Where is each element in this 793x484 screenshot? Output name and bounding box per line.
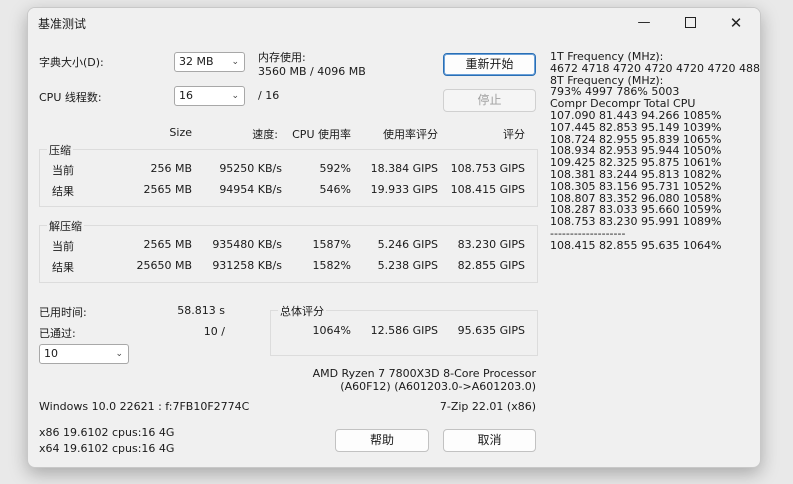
row-score: 82.855 GIPS xyxy=(457,259,525,272)
benchmark-window: 基准测试 — ✕ 字典大小(D): 32 MB ⌄ 内存使用: 3560 MB … xyxy=(27,7,761,468)
help-button[interactable]: 帮助 xyxy=(335,429,429,452)
compress-group xyxy=(39,149,538,207)
row-cpu: 1587% xyxy=(312,238,351,251)
passes-value: 10 xyxy=(44,347,58,360)
row-label: 当前 xyxy=(52,240,74,253)
threads-value: 16 xyxy=(179,89,193,102)
row-size: 2565 MB xyxy=(143,183,192,196)
row-cpu: 546% xyxy=(319,183,351,196)
stop-button[interactable]: 停止 xyxy=(443,89,536,112)
arch-x86: x86 19.6102 cpus:16 4G xyxy=(39,426,175,439)
compress-label: 压缩 xyxy=(47,142,73,158)
close-button[interactable]: ✕ xyxy=(713,8,759,37)
threads-select[interactable]: 16 ⌄ xyxy=(174,86,245,106)
header-rating: 使用率评分 xyxy=(383,128,438,141)
cpu-id: (A60F12) (A601203.0->A601203.0) xyxy=(340,380,536,393)
chevron-down-icon: ⌄ xyxy=(231,91,239,101)
dict-size-value: 32 MB xyxy=(179,55,214,68)
minimize-button[interactable]: — xyxy=(621,8,667,37)
total-cpu: 1064% xyxy=(312,324,351,337)
row-rating: 5.246 GIPS xyxy=(377,238,438,251)
row-score: 108.753 GIPS xyxy=(450,162,525,175)
log-line: 108.305 83.156 95.731 1052% xyxy=(550,179,722,193)
header-score: 评分 xyxy=(503,128,525,141)
elapsed-value: 58.813 s xyxy=(177,304,225,317)
header-cpu-usage: CPU 使用率 xyxy=(292,128,351,141)
maximize-button[interactable] xyxy=(667,8,713,37)
chevron-down-icon: ⌄ xyxy=(231,57,239,67)
row-size: 256 MB xyxy=(150,162,192,175)
os-info: Windows 10.0 22621 : f:7FB10F2774C xyxy=(39,400,250,413)
title-bar[interactable]: 基准测试 — ✕ xyxy=(28,8,760,37)
row-score: 83.230 GIPS xyxy=(457,238,525,251)
row-size: 2565 MB xyxy=(143,238,192,251)
row-speed: 935480 KB/s xyxy=(212,238,282,251)
zip-version: 7-Zip 22.01 (x86) xyxy=(439,400,536,413)
close-icon: ✕ xyxy=(729,13,743,32)
memory-value: 3560 MB / 4096 MB xyxy=(258,65,366,78)
row-label: 结果 xyxy=(52,185,74,198)
cancel-button[interactable]: 取消 xyxy=(443,429,536,452)
benchmark-log: 1T Frequency (MHz): 4672 4718 4720 4720 … xyxy=(550,51,761,252)
passed-value: 10 / xyxy=(203,325,225,338)
total-score: 95.635 GIPS xyxy=(457,324,525,337)
row-size: 25650 MB xyxy=(136,259,192,272)
row-rating: 5.238 GIPS xyxy=(377,259,438,272)
threads-total: / 16 xyxy=(258,89,280,102)
passes-select[interactable]: 10 ⌄ xyxy=(39,344,129,364)
log-line: 108.415 82.855 95.635 1064% xyxy=(550,238,722,252)
row-rating: 18.384 GIPS xyxy=(370,162,438,175)
threads-label: CPU 线程数: xyxy=(39,91,102,104)
arch-x64: x64 19.6102 cpus:16 4G xyxy=(39,442,175,455)
row-speed: 94954 KB/s xyxy=(219,183,282,196)
header-speed: 速度: xyxy=(252,128,278,141)
total-rating: 12.586 GIPS xyxy=(370,324,438,337)
memory-label: 内存使用: xyxy=(258,51,306,64)
total-rating-label: 总体评分 xyxy=(278,303,326,319)
header-size: Size xyxy=(169,126,192,139)
decompress-label: 解压缩 xyxy=(47,218,84,234)
minimize-icon: — xyxy=(637,15,651,30)
row-cpu: 592% xyxy=(319,162,351,175)
row-rating: 19.933 GIPS xyxy=(370,183,438,196)
dict-size-select[interactable]: 32 MB ⌄ xyxy=(174,52,245,72)
elapsed-label: 已用时间: xyxy=(39,306,87,319)
row-label: 当前 xyxy=(52,164,74,177)
restart-button[interactable]: 重新开始 xyxy=(443,53,536,76)
dict-size-label: 字典大小(D): xyxy=(39,56,104,69)
log-line: 107.090 81.443 94.266 1085% xyxy=(550,108,722,122)
window-title: 基准测试 xyxy=(38,17,87,31)
passed-label: 已通过: xyxy=(39,327,76,340)
log-line: ------------------- xyxy=(550,226,626,240)
row-cpu: 1582% xyxy=(312,259,351,272)
row-speed: 95250 KB/s xyxy=(219,162,282,175)
maximize-icon xyxy=(684,17,696,28)
row-label: 结果 xyxy=(52,261,74,274)
row-speed: 931258 KB/s xyxy=(212,259,282,272)
log-line: 4672 4718 4720 4720 4720 4720 4885 xyxy=(550,61,761,75)
log-line: 107.445 82.853 95.149 1039% xyxy=(550,120,722,134)
row-score: 108.415 GIPS xyxy=(450,183,525,196)
cpu-model: AMD Ryzen 7 7800X3D 8-Core Processor xyxy=(312,367,536,380)
chevron-down-icon: ⌄ xyxy=(115,349,123,359)
decompress-group xyxy=(39,225,538,283)
log-line: 108.381 83.244 95.813 1082% xyxy=(550,167,722,181)
